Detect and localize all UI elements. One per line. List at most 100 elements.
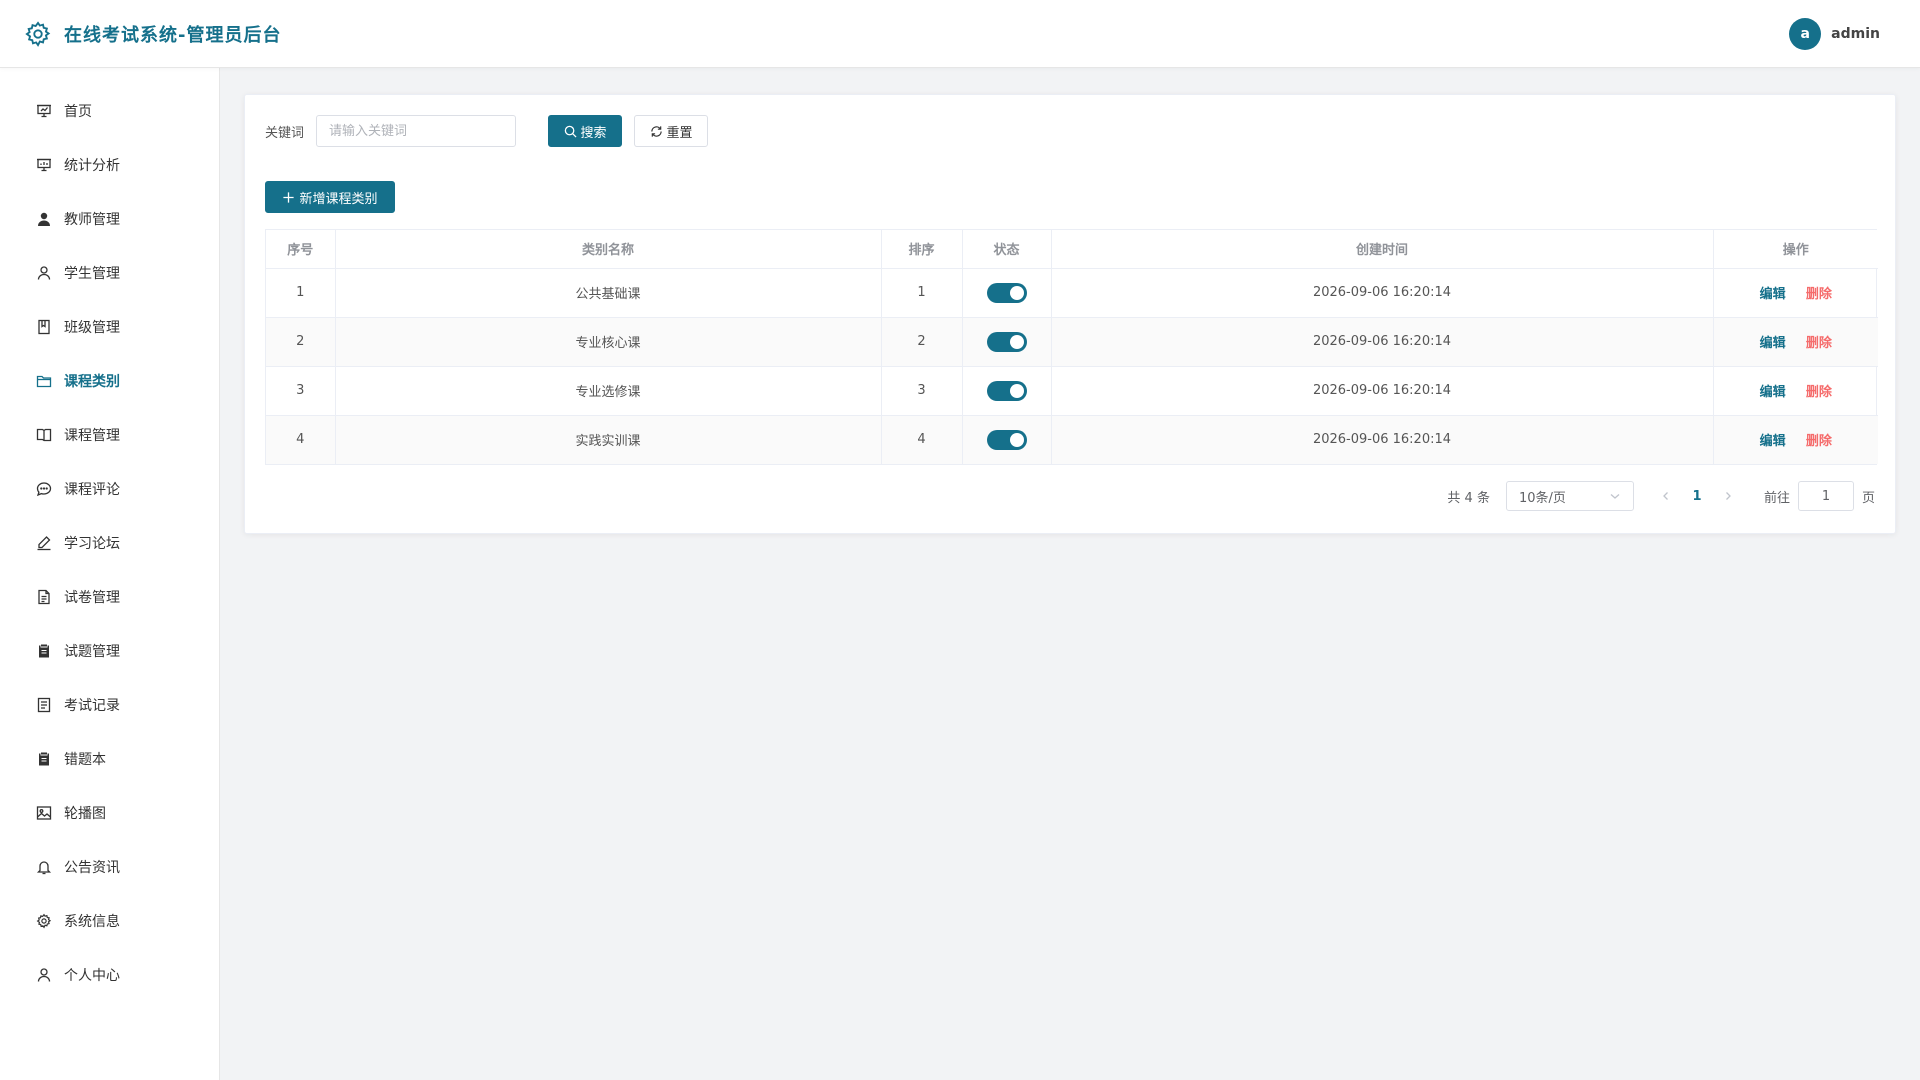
delete-link[interactable]: 删除 — [1806, 434, 1832, 449]
sidebar-item-exam-records[interactable]: 考试记录 — [0, 678, 219, 732]
username[interactable]: admin — [1831, 26, 1880, 42]
cell-status — [962, 366, 1052, 416]
cell-index: 1 — [266, 268, 336, 318]
status-toggle[interactable] — [986, 331, 1027, 352]
cell-index: 2 — [266, 317, 336, 367]
delete-link[interactable]: 删除 — [1806, 336, 1832, 351]
presentation-icon — [36, 103, 52, 119]
cell-created: 2026-09-06 16:20:14 — [1051, 366, 1714, 416]
add-course-category-button[interactable]: 新增课程类别 — [265, 181, 395, 213]
bell-icon — [36, 859, 52, 875]
sidebar-item-teachers[interactable]: 教师管理 — [0, 192, 219, 246]
total-count: 共 4 条 — [1447, 490, 1490, 506]
reset-button[interactable]: 重置 — [634, 115, 709, 147]
pagination: 共 4 条 10条/页 1 前往 页 — [1447, 481, 1875, 511]
sidebar-item-system-info[interactable]: 系统信息 — [0, 894, 219, 948]
chevron-left-icon — [1663, 492, 1668, 500]
goto-page-input[interactable] — [1797, 481, 1854, 511]
table-row: 3 专业选修课 3 2026-09-06 16:20:14 编辑 删除 — [266, 366, 1878, 416]
cell-sort: 3 — [881, 366, 963, 416]
keyword-label: 关键词 — [265, 125, 305, 141]
cell-status — [962, 268, 1052, 318]
cell-status — [962, 317, 1052, 367]
cell-index: 4 — [266, 415, 336, 464]
sidebar-item-label: 统计分析 — [64, 158, 120, 174]
goto-suffix: 页 — [1861, 490, 1875, 506]
sidebar-item-label: 首页 — [64, 104, 92, 120]
sidebar-item-mistakes[interactable]: 错题本 — [0, 732, 219, 786]
sidebar-item-course-categories[interactable]: 课程类别 — [0, 354, 219, 408]
cell-status — [962, 415, 1052, 464]
sidebar-item-statistics[interactable]: 统计分析 — [0, 138, 219, 192]
cell-created: 2026-09-06 16:20:14 — [1051, 268, 1714, 318]
cell-sort: 2 — [881, 317, 963, 367]
document-icon — [36, 589, 52, 605]
user-filled-icon — [36, 211, 52, 227]
edit-pen-icon — [36, 535, 52, 551]
user-icon — [36, 265, 52, 281]
sidebar-item-label: 班级管理 — [64, 320, 120, 336]
status-toggle[interactable] — [986, 282, 1027, 303]
column-header-sort: 排序 — [881, 230, 963, 269]
sidebar-item-home[interactable]: 首页 — [0, 84, 219, 138]
column-header-index: 序号 — [266, 230, 336, 269]
column-header-actions: 操作 — [1713, 230, 1878, 269]
delete-link[interactable]: 删除 — [1806, 385, 1832, 400]
sidebar-item-questions[interactable]: 试题管理 — [0, 624, 219, 678]
edit-link[interactable]: 编辑 — [1760, 287, 1786, 302]
sidebar-item-papers[interactable]: 试卷管理 — [0, 570, 219, 624]
gear-icon — [24, 20, 52, 48]
category-table: 序号 类别名称 排序 状态 创建时间 操作 1 公共基础课 1 2026-09-… — [265, 229, 1878, 465]
user-menu[interactable]: a admin — [1789, 17, 1880, 50]
app-title: 在线考试系统-管理员后台 — [64, 24, 282, 46]
cell-created: 2026-09-06 16:20:14 — [1051, 415, 1714, 464]
page-size-select[interactable]: 10条/页 — [1505, 481, 1634, 511]
status-toggle[interactable] — [986, 429, 1027, 450]
cell-created: 2026-09-06 16:20:14 — [1051, 317, 1714, 367]
table-header-row: 序号 类别名称 排序 状态 创建时间 操作 — [266, 230, 1878, 269]
notebook-icon — [36, 319, 52, 335]
sidebar-item-label: 试卷管理 — [64, 590, 120, 606]
clipboard-filled-icon — [36, 643, 52, 659]
user-icon — [36, 967, 52, 983]
chat-icon — [36, 481, 52, 497]
sidebar-item-profile[interactable]: 个人中心 — [0, 948, 219, 1002]
tickets-icon — [36, 697, 52, 713]
sidebar-item-forum[interactable]: 学习论坛 — [0, 516, 219, 570]
sidebar-item-students[interactable]: 学生管理 — [0, 246, 219, 300]
keyword-input[interactable] — [316, 115, 517, 147]
cell-actions: 编辑 删除 — [1713, 268, 1878, 318]
sidebar-item-label: 个人中心 — [64, 968, 120, 984]
prev-page-button[interactable] — [1654, 491, 1678, 501]
sidebar-item-label: 错题本 — [64, 752, 106, 768]
page-number-current[interactable]: 1 — [1682, 489, 1712, 504]
cell-sort: 1 — [881, 268, 963, 318]
sidebar-item-carousel[interactable]: 轮播图 — [0, 786, 219, 840]
edit-link[interactable]: 编辑 — [1760, 336, 1786, 351]
sidebar: 首页 统计分析 教师管理 学生管理 班级管理 课程类别 课程管理 课程评论 学习… — [0, 68, 220, 1080]
sidebar-item-label: 系统信息 — [64, 914, 120, 930]
edit-link[interactable]: 编辑 — [1760, 434, 1786, 449]
delete-link[interactable]: 删除 — [1806, 287, 1832, 302]
folder-icon — [36, 373, 52, 389]
gear-icon — [36, 913, 52, 929]
sidebar-item-course-comments[interactable]: 课程评论 — [0, 462, 219, 516]
cell-name: 实践实训课 — [335, 415, 882, 464]
search-button-label: 搜索 — [580, 125, 607, 141]
cell-name: 专业选修课 — [335, 366, 882, 416]
sidebar-item-classes[interactable]: 班级管理 — [0, 300, 219, 354]
book-open-icon — [36, 427, 52, 443]
sidebar-item-announcements[interactable]: 公告资讯 — [0, 840, 219, 894]
top-header: 在线考试系统-管理员后台 a admin — [0, 0, 1920, 68]
cell-index: 3 — [266, 366, 336, 416]
search-button[interactable]: 搜索 — [548, 115, 623, 147]
sidebar-item-label: 课程管理 — [64, 428, 120, 444]
next-page-button[interactable] — [1716, 491, 1740, 501]
table-row: 2 专业核心课 2 2026-09-06 16:20:14 编辑 删除 — [266, 317, 1878, 367]
edit-link[interactable]: 编辑 — [1760, 385, 1786, 400]
sidebar-item-label: 课程评论 — [64, 482, 120, 498]
sidebar-item-label: 学习论坛 — [64, 536, 120, 552]
avatar[interactable]: a — [1789, 17, 1822, 50]
status-toggle[interactable] — [986, 380, 1027, 401]
sidebar-item-courses[interactable]: 课程管理 — [0, 408, 219, 462]
